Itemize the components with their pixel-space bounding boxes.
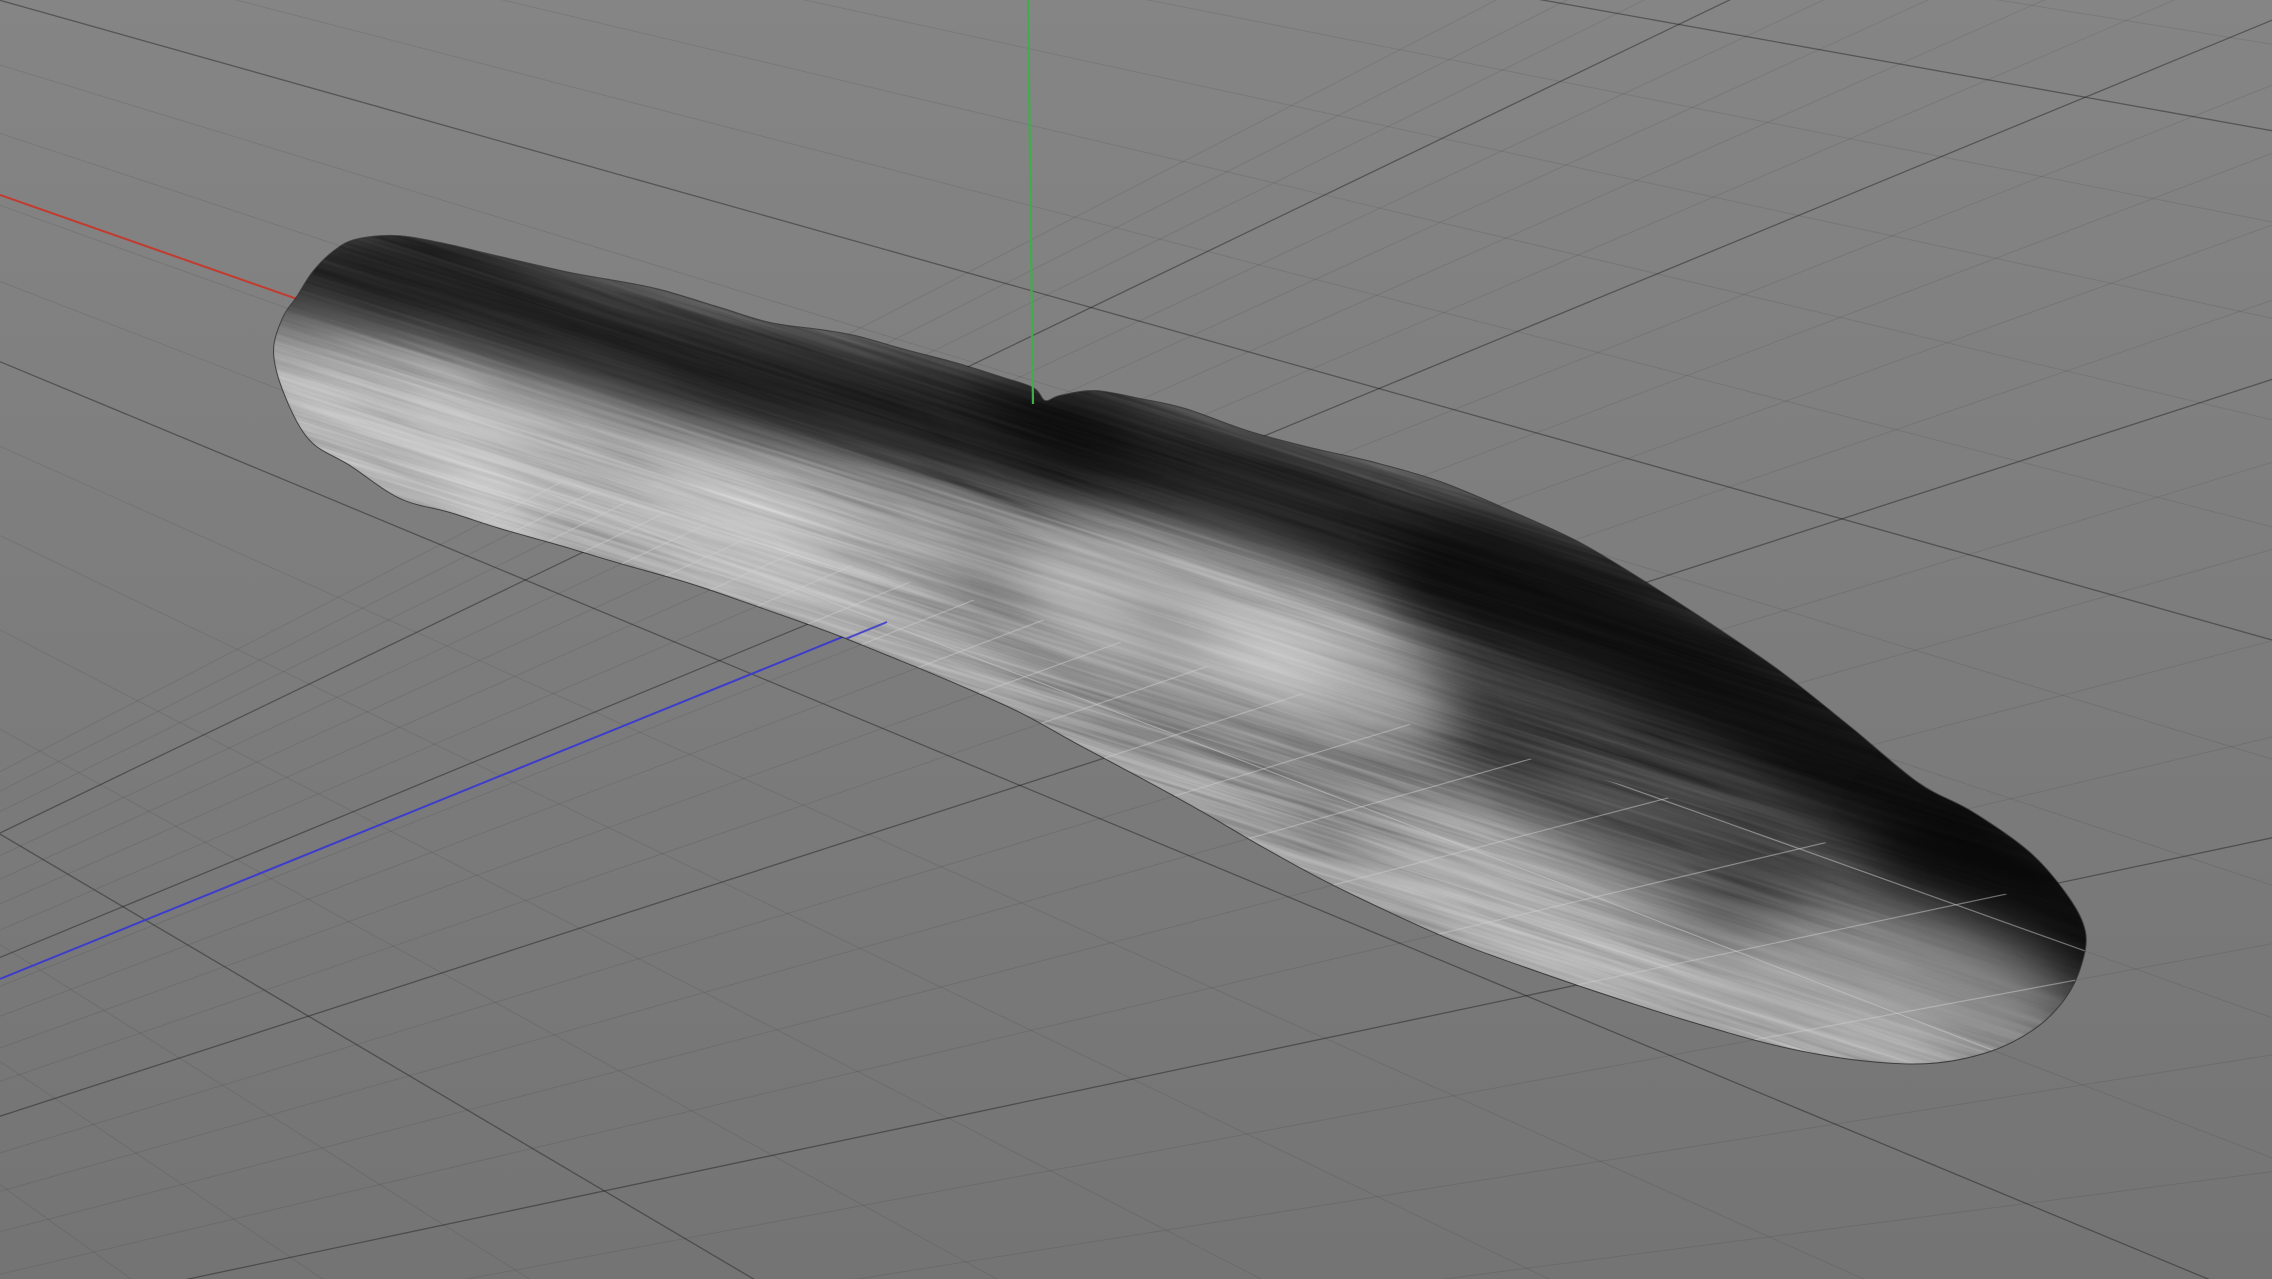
viewport-3d[interactable] bbox=[0, 0, 2272, 1279]
viewport-canvas[interactable] bbox=[0, 0, 2272, 1279]
viewport-canvas[interactable] bbox=[0, 0, 2272, 1279]
